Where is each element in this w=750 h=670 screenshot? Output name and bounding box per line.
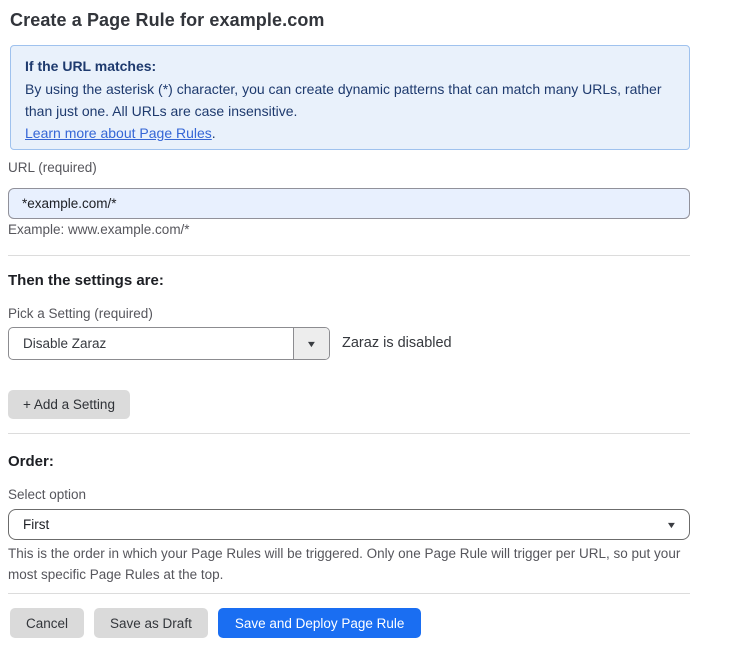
learn-more-link[interactable]: Learn more about Page Rules [25, 125, 212, 141]
setting-dropdown-value: Disable Zaraz [23, 328, 106, 359]
url-example-help: Example: www.example.com/* [8, 222, 190, 237]
order-dropdown[interactable]: First ▼ [8, 509, 690, 540]
order-dropdown-caret: ▼ [667, 510, 676, 539]
order-select-label: Select option [8, 487, 86, 502]
setting-dropdown-caret-button[interactable]: ▼ [293, 328, 329, 359]
add-setting-button[interactable]: + Add a Setting [8, 390, 130, 419]
url-field-label: URL (required) [8, 160, 97, 175]
cancel-button[interactable]: Cancel [10, 608, 84, 638]
url-match-info-box: If the URL matches: By using the asteris… [10, 45, 690, 150]
page-title: Create a Page Rule for example.com [10, 10, 325, 31]
info-box-body: By using the asterisk (*) character, you… [25, 78, 671, 122]
order-section-heading: Order: [8, 453, 54, 470]
setting-status-text: Zaraz is disabled [342, 327, 452, 360]
save-and-deploy-button[interactable]: Save and Deploy Page Rule [218, 608, 422, 638]
link-suffix: . [212, 125, 216, 141]
divider [8, 433, 690, 434]
settings-section-heading: Then the settings are: [8, 272, 164, 289]
order-dropdown-value: First [23, 510, 49, 539]
chevron-down-icon: ▼ [666, 520, 678, 530]
info-link-line: Learn more about Page Rules. [25, 122, 671, 144]
page-rule-form: Create a Page Rule for example.com If th… [0, 0, 750, 670]
order-description: This is the order in which your Page Rul… [8, 543, 684, 585]
footer-button-row: Cancel Save as Draft Save and Deploy Pag… [10, 608, 421, 638]
info-box-heading: If the URL matches: [25, 57, 671, 75]
divider [8, 593, 690, 594]
divider [8, 255, 690, 256]
url-input[interactable] [8, 188, 690, 219]
setting-dropdown[interactable]: Disable Zaraz ▼ [8, 327, 330, 360]
save-as-draft-button[interactable]: Save as Draft [94, 608, 208, 638]
pick-setting-label: Pick a Setting (required) [8, 306, 153, 321]
chevron-down-icon: ▼ [306, 339, 318, 349]
